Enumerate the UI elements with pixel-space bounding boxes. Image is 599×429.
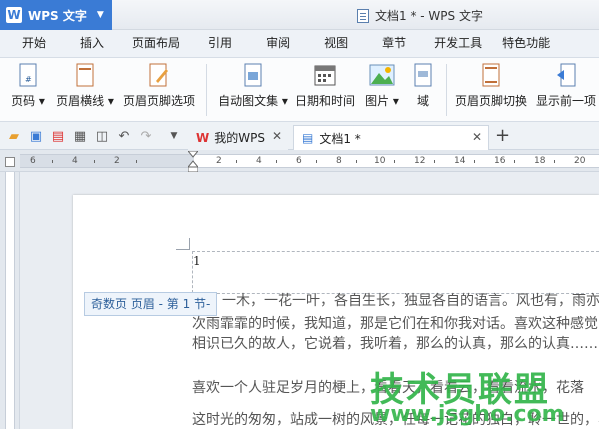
tab-review[interactable]: 审阅 xyxy=(258,30,298,57)
svg-text:#: # xyxy=(25,75,32,84)
auto-text-label: 自动图文集 xyxy=(218,94,279,108)
undo-icon[interactable]: ↶ xyxy=(116,128,132,144)
ruler-label: 6 xyxy=(296,156,302,166)
indent-marker[interactable] xyxy=(186,150,200,173)
export-pdf-icon[interactable]: ▤ xyxy=(50,128,66,144)
date-time-button[interactable]: 日期和时间 xyxy=(294,62,356,109)
watermark-url-text: www.jsgho.com xyxy=(370,402,565,427)
wps-brand-icon: W xyxy=(196,130,210,145)
title-bar: W WPS 文字 ▼ 文档1 * - WPS 文字 xyxy=(0,0,599,30)
field-label: 域 xyxy=(416,94,429,108)
ribbon: # 页码 ▾ 页眉横线 ▾ 页眉页脚选项 自动图文集 ▾ 日期和时间 图片 ▾ xyxy=(0,57,599,122)
ruler-label: 4 xyxy=(256,156,262,166)
tab-document1-label: 文档1 * xyxy=(319,131,361,146)
tab-page-layout[interactable]: 页面布局 xyxy=(124,30,188,57)
header-footer-switch-icon xyxy=(478,62,504,88)
header-options-icon xyxy=(146,62,172,88)
tab-developer[interactable]: 开发工具 xyxy=(426,30,490,57)
ruler-label: 8 xyxy=(336,156,342,166)
ruler-label: 2 xyxy=(216,156,222,166)
show-previous-button[interactable]: 显示前一项 xyxy=(534,62,598,109)
date-time-label: 日期和时间 xyxy=(294,94,355,108)
crop-mark xyxy=(176,238,190,250)
field-icon xyxy=(410,62,436,88)
vertical-ruler[interactable] xyxy=(0,172,20,429)
document-icon xyxy=(357,8,369,23)
wps-logo-icon: W xyxy=(6,7,22,23)
new-tab-icon[interactable]: + xyxy=(495,125,510,146)
ruler-label: 6 xyxy=(30,156,36,166)
ruler-label: 12 xyxy=(414,156,426,166)
horizontal-ruler[interactable]: 6 4 2 2 4 6 8 10 12 14 16 18 20 xyxy=(20,154,599,168)
calendar-icon xyxy=(312,62,338,88)
document-icon: ▤ xyxy=(302,131,314,145)
picture-icon xyxy=(369,62,395,88)
tab-section[interactable]: 章节 xyxy=(374,30,414,57)
header-footer-options-label: 页眉页脚选项 xyxy=(122,94,195,108)
ruler-label: 20 xyxy=(574,156,586,166)
ruler-label: 10 xyxy=(374,156,386,166)
menu-bar: 开始 插入 页面布局 引用 审阅 视图 章节 开发工具 特色功能 xyxy=(0,30,599,57)
show-previous-label: 显示前一项 xyxy=(535,94,596,108)
ruler-label: 14 xyxy=(454,156,466,166)
ruler-label: 4 xyxy=(72,156,78,166)
switch-header-footer-button[interactable]: 页眉页脚切换 xyxy=(452,62,530,109)
tab-my-wps[interactable]: W 我的WPS ✕ xyxy=(188,125,288,150)
tab-stop-selector[interactable] xyxy=(5,157,15,167)
header-area[interactable] xyxy=(192,251,599,293)
close-icon[interactable]: ✕ xyxy=(472,130,482,144)
open-folder-icon[interactable]: ▰ xyxy=(6,128,22,144)
customize-dropdown-icon[interactable]: ▼ xyxy=(166,128,182,144)
redo-icon[interactable]: ↷ xyxy=(138,128,154,144)
page-number-icon: # xyxy=(15,62,41,88)
ruler-label: 2 xyxy=(114,156,120,166)
header-line-label: 页眉横线 xyxy=(56,94,105,108)
app-name: WPS 文字 xyxy=(28,8,87,23)
tab-document1[interactable]: ▤ 文档1 * ✕ xyxy=(293,125,489,150)
save-icon[interactable]: ▣ xyxy=(28,128,44,144)
tab-insert[interactable]: 插入 xyxy=(72,30,112,57)
header-line-icon xyxy=(72,62,98,88)
close-icon[interactable]: ✕ xyxy=(272,129,282,143)
window-title-text: 文档1 * - WPS 文字 xyxy=(375,9,483,23)
horizontal-ruler-bar: 6 4 2 2 4 6 8 10 12 14 16 18 20 xyxy=(0,150,599,172)
auto-text-icon xyxy=(240,62,266,88)
app-menu-button[interactable]: W WPS 文字 ▼ xyxy=(0,0,112,30)
tab-references[interactable]: 引用 xyxy=(200,30,240,57)
chevron-down-icon: ▼ xyxy=(96,10,104,20)
paragraph-line: 相识已久的故人，它说着，我听着，那么的认真，那么的认真…… xyxy=(192,336,598,352)
header-footer-options-button[interactable]: 页眉页脚选项 xyxy=(122,62,196,109)
show-previous-icon xyxy=(553,62,579,88)
paragraph-line: 一木，一花一叶，各自生长，独显各自的语言。风也有，雨亦有 xyxy=(222,293,599,309)
picture-label: 图片 xyxy=(365,94,390,108)
page-number-button[interactable]: # 页码 ▾ xyxy=(8,62,48,109)
print-icon[interactable]: ▦ xyxy=(72,128,88,144)
tab-features[interactable]: 特色功能 xyxy=(494,30,558,57)
quick-access-toolbar: ▰ ▣ ▤ ▦ ◫ ↶ ↷ ▼ W 我的WPS ✕ ▤ 文档1 * ✕ + xyxy=(0,122,599,150)
ruler-label: 18 xyxy=(534,156,546,166)
tab-my-wps-label: 我的WPS xyxy=(214,131,265,145)
ribbon-separator xyxy=(446,64,447,116)
print-preview-icon[interactable]: ◫ xyxy=(94,128,110,144)
paragraph-line: 次雨霏霏的时候，我知道，那是它们在和你我对话。喜欢这种感觉， xyxy=(192,316,599,332)
tab-home[interactable]: 开始 xyxy=(14,30,54,57)
page-number-label: 页码 xyxy=(11,94,36,108)
ribbon-separator xyxy=(206,64,207,116)
picture-button[interactable]: 图片 ▾ xyxy=(362,62,402,109)
window-title: 文档1 * - WPS 文字 xyxy=(357,7,483,24)
switch-header-footer-label: 页眉页脚切换 xyxy=(454,94,527,108)
header-line-button[interactable]: 页眉横线 ▾ xyxy=(54,62,116,109)
tab-view[interactable]: 视图 xyxy=(316,30,356,57)
header-page-number[interactable]: 1 xyxy=(193,254,201,268)
field-button[interactable]: 域 xyxy=(410,62,436,109)
ruler-label: 16 xyxy=(494,156,506,166)
auto-text-button[interactable]: 自动图文集 ▾ xyxy=(214,62,292,109)
watermark-url: www.jsgho.com xyxy=(370,402,565,427)
header-section-label: 奇数页 页眉 - 第 1 节- xyxy=(84,292,218,316)
